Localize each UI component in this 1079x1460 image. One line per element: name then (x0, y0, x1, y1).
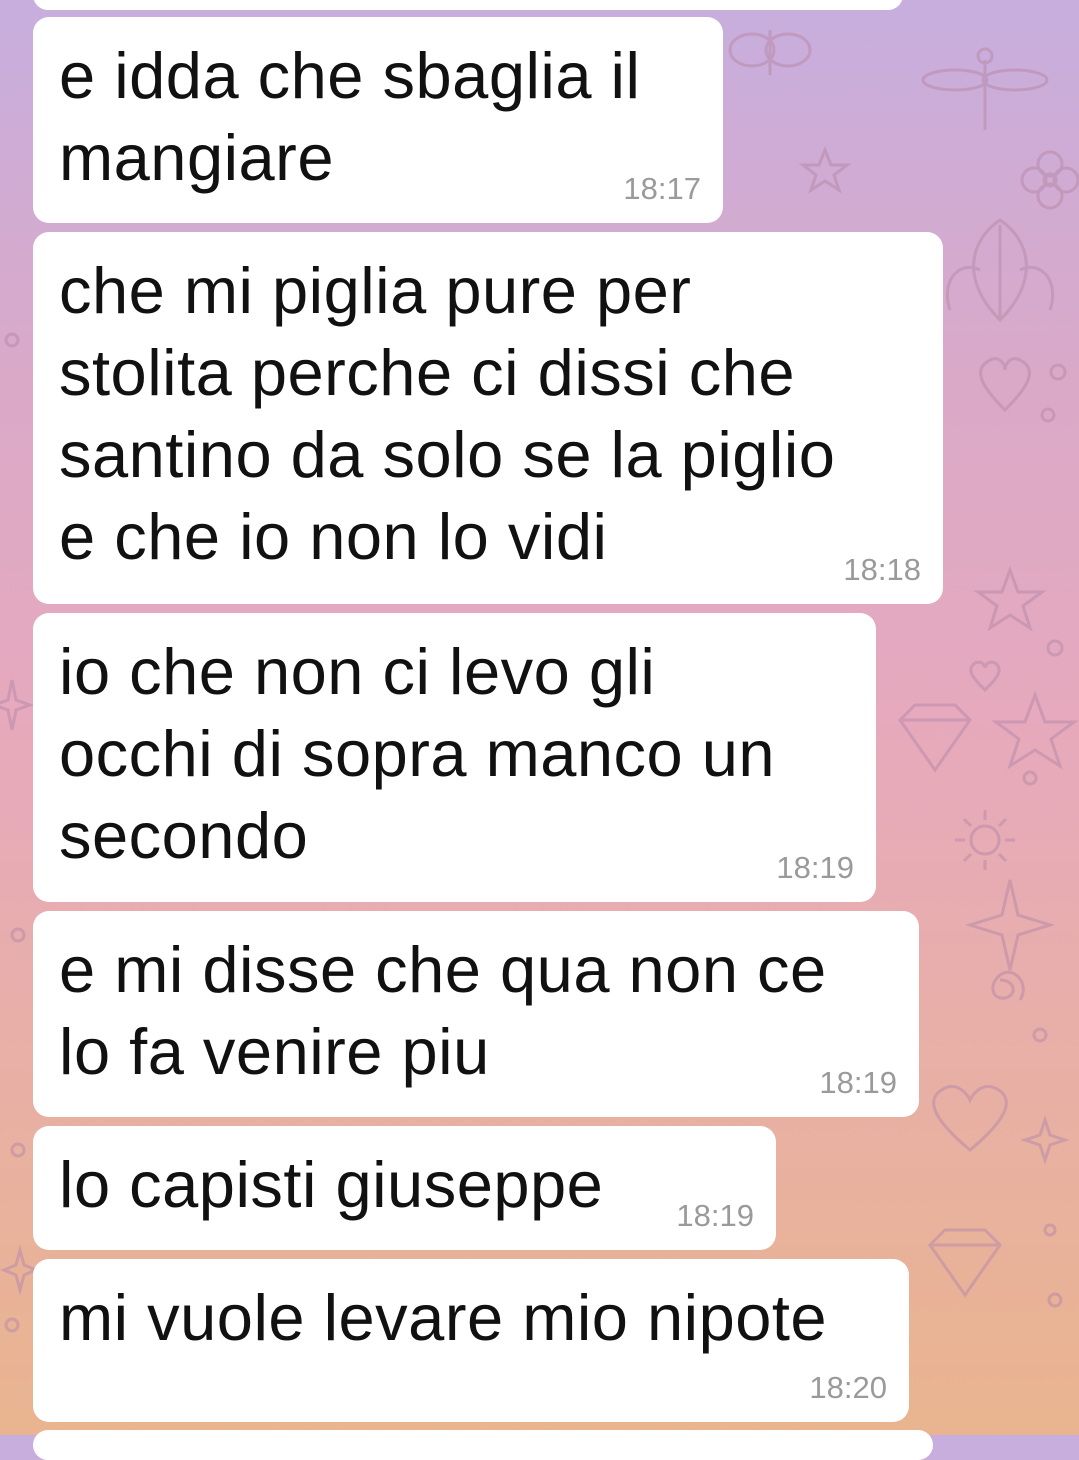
message-bubble[interactable]: mi vuole levare mio nipote 18:20 (33, 1259, 909, 1422)
heart-icon (979, 357, 1031, 413)
heart-icon (932, 1085, 1008, 1152)
message-timestamp: 18:19 (676, 1198, 754, 1233)
diamond-icon (898, 703, 972, 773)
message-bubble[interactable]: che mi piglia pure per stolita perche ci… (33, 232, 943, 604)
message-timestamp: 18:20 (809, 1370, 887, 1405)
message-timestamp: 18:17 (623, 171, 701, 206)
message-timestamp: 18:19 (819, 1065, 897, 1100)
star-icon (973, 565, 1047, 632)
message-timestamp: 18:19 (776, 850, 854, 885)
star-icon (798, 145, 852, 194)
message-timestamp: 18:18 (843, 552, 921, 587)
message-text: lo capisti giuseppe (59, 1148, 604, 1221)
star-icon (991, 690, 1079, 770)
heart-icon (969, 660, 1001, 693)
message-bubble[interactable]: io che non ci levo gli occhi di sopra ma… (33, 613, 876, 902)
sparkle-icon (0, 679, 35, 731)
sun-icon (955, 810, 1015, 870)
message-bubble[interactable]: lo capisti giuseppe 18:19 (33, 1126, 776, 1250)
spiral-icon (991, 971, 1025, 1001)
message-text: che mi piglia pure per stolita perche ci… (59, 254, 836, 573)
butterfly-icon (728, 30, 812, 75)
message-text: e mi disse che qua non ce lo fa venire p… (59, 933, 827, 1088)
sparkle-icon (0, 1244, 40, 1296)
diamond-icon (928, 1228, 1002, 1298)
message-bubble-partial-top (33, 0, 903, 10)
sparkle-icon (964, 879, 1056, 971)
message-bubble[interactable]: e mi disse che qua non ce lo fa venire p… (33, 911, 919, 1117)
message-text: mi vuole levare mio nipote (59, 1281, 828, 1354)
message-bubble[interactable]: e idda che sbaglia il mangiare 18:17 (33, 17, 723, 223)
message-text: io che non ci levo gli occhi di sopra ma… (59, 635, 776, 872)
sparkle-icon (1020, 1115, 1070, 1165)
leaf-icon (945, 218, 1055, 323)
message-text: e idda che sbaglia il mangiare (59, 39, 641, 194)
flower-icon (1020, 150, 1079, 210)
dragonfly-icon (921, 47, 1049, 130)
